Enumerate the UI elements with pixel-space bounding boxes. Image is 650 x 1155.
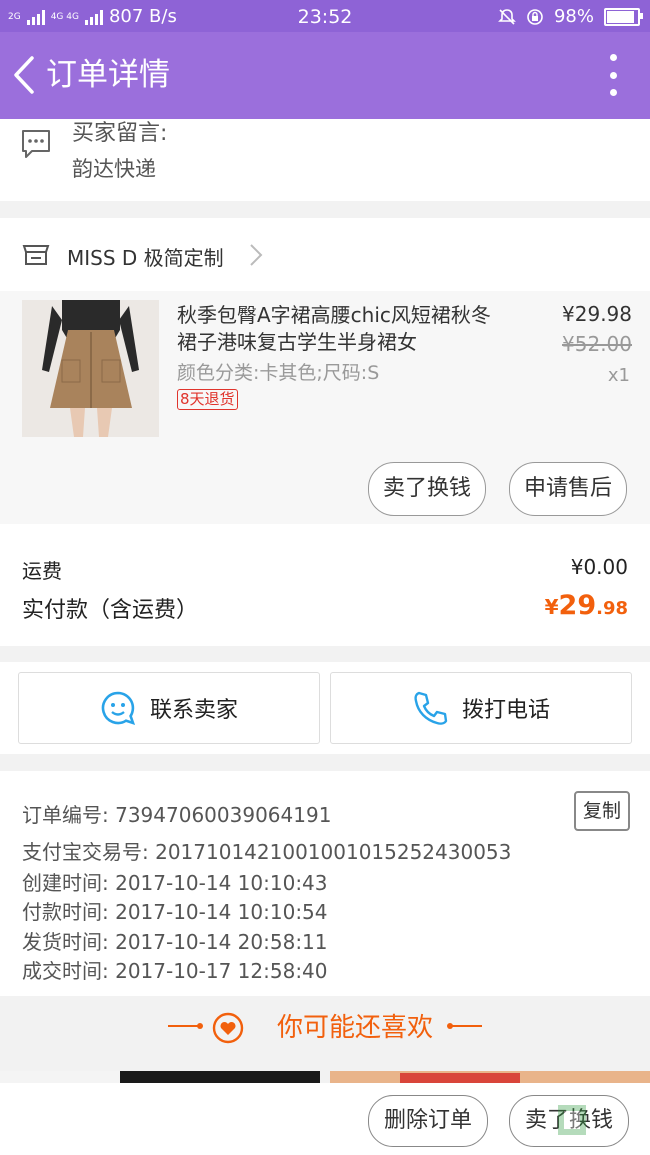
recommend-header: 你可能还喜欢 — [0, 997, 650, 1061]
order-item: 秋季包臀A字裙高腰chic风短裙秋冬裙子港味复古学生半身裙女 颜色分类:卡其色;… — [0, 291, 650, 524]
page-title: 订单详情 — [46, 57, 170, 93]
chat-bubble-icon — [101, 691, 136, 726]
product-quantity: x1 — [607, 365, 630, 386]
phone-icon — [414, 691, 448, 725]
completed-time: 成交时间: 2017-10-17 12:58:40 — [22, 959, 328, 983]
call-button[interactable]: 拨打电话 — [330, 672, 632, 744]
app-bar: 订单详情 — [0, 32, 650, 119]
buyer-note-section: 买家留言: 韵达快递 — [0, 119, 650, 201]
order-info: 订单编号: 73947060039064191 复制 支付宝交易号: 20171… — [0, 771, 650, 996]
chevron-right-icon — [250, 244, 263, 266]
total-label: 实付款（含运费） — [22, 598, 199, 623]
bell-muted-icon — [498, 8, 516, 25]
payment-summary: 运费 ¥0.00 实付款（含运费） ¥29.98 — [0, 524, 650, 646]
freight-label: 运费 — [22, 559, 62, 583]
more-options-icon[interactable] — [604, 54, 622, 96]
delete-order-button[interactable]: 删除订单 — [368, 1095, 488, 1147]
back-arrow-icon[interactable] — [10, 52, 50, 98]
resell-button[interactable]: 卖了换钱 — [368, 462, 486, 516]
right-decoration-icon — [447, 1023, 482, 1029]
freight-value: ¥0.00 — [570, 555, 628, 579]
shipped-time: 发货时间: 2017-10-14 20:58:11 — [22, 930, 328, 954]
contact-actions: 联系卖家 拨打电话 — [0, 662, 650, 754]
battery-percent: 98% — [553, 6, 594, 27]
created-time: 创建时间: 2017-10-14 10:10:43 — [22, 871, 328, 895]
contact-seller-label: 联系卖家 — [149, 698, 238, 723]
rotation-lock-icon — [527, 8, 543, 25]
order-number: 订单编号: 73947060039064191 — [22, 803, 332, 827]
alipay-trade-number: 支付宝交易号: 2017101421001001015252430053 — [22, 840, 512, 864]
buyer-note-value: 韵达快递 — [72, 157, 156, 181]
call-label: 拨打电话 — [461, 698, 550, 723]
return-policy-badge: 8天退货 — [177, 389, 238, 410]
recommend-title: 你可能还喜欢 — [276, 1013, 433, 1043]
total-currency: ¥ — [544, 595, 559, 619]
message-icon — [22, 130, 50, 158]
product-image[interactable] — [22, 300, 159, 437]
watermark-logo-icon — [558, 1105, 586, 1135]
total-amount: ¥29.98 — [545, 590, 628, 621]
buyer-note-label: 买家留言: — [72, 121, 168, 146]
shop-name: MISS D 极简定制 — [67, 246, 224, 270]
product-title[interactable]: 秋季包臀A字裙高腰chic风短裙秋冬裙子港味复古学生半身裙女 — [177, 302, 507, 356]
paid-time: 付款时间: 2017-10-14 10:10:54 — [22, 900, 328, 924]
total-decimal: .98 — [596, 598, 628, 619]
product-attributes: 颜色分类:卡其色;尺码:S — [177, 362, 380, 384]
after-sale-button[interactable]: 申请售后 — [509, 462, 627, 516]
original-price: ¥52.00 — [562, 332, 632, 356]
copy-button[interactable]: 复制 — [574, 791, 630, 831]
contact-seller-button[interactable]: 联系卖家 — [18, 672, 320, 744]
shop-row[interactable]: MISS D 极简定制 — [0, 218, 650, 292]
bottom-action-bar: 删除订单 卖了换钱 — [0, 1083, 650, 1155]
status-bar: 2G 4G 4G 807 B/s 23:52 98% — [0, 0, 650, 32]
total-main: 29 — [558, 590, 597, 621]
store-icon — [22, 245, 50, 265]
product-price: ¥29.98 — [562, 302, 632, 326]
battery-icon — [604, 7, 643, 26]
